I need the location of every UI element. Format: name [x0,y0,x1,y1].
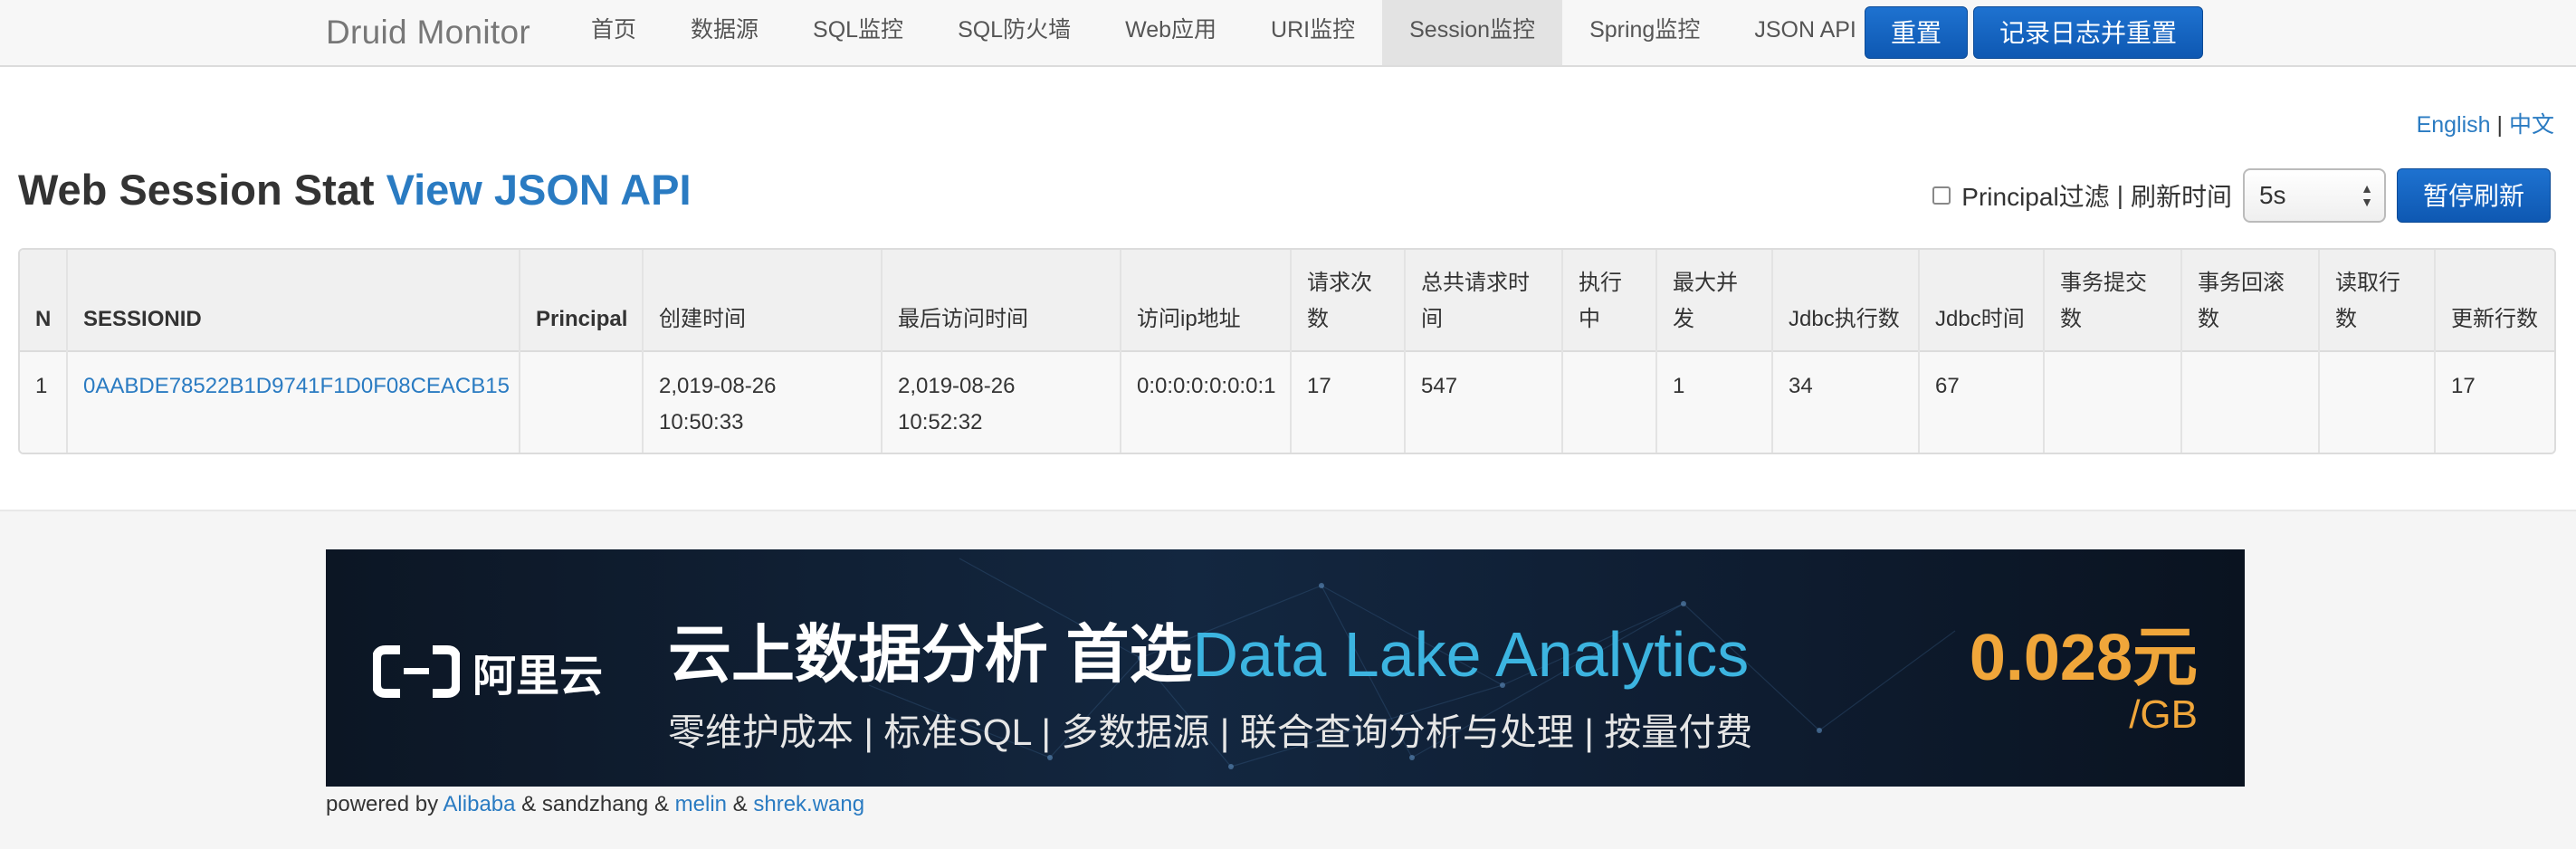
refresh-interval-value: 5s [2258,181,2286,209]
col-header-commit-count[interactable]: 事务提交数 [2043,250,2181,351]
col-header-sessionid[interactable]: SESSIONID [66,250,520,351]
col-header-rollback-count[interactable]: 事务回滚数 [2180,250,2319,351]
session-id-link[interactable]: 0AABDE78522B1D9741F1D0F08CEACB15 [83,374,510,398]
powered-by-credits: powered by Alibaba & sandzhang & melin &… [326,792,864,817]
footer: 阿里云 云上数据分析 首选Data Lake Analytics 零维护成本 |… [0,510,2576,849]
page-title: Web Session Stat View JSON API [18,165,692,215]
banner-price-unit: /GB [2129,692,2198,737]
top-navbar: Druid Monitor 首页 数据源 SQL监控 SQL防火墙 Web应用 … [0,0,2576,67]
col-header-ip[interactable]: 访问ip地址 [1120,250,1291,351]
banner-headline-dla: Data Lake Analytics [1192,619,1750,690]
language-switcher: English | 中文 [2417,107,2554,139]
col-header-last-access-time[interactable]: 最后访问时间 [881,250,1121,351]
cell-request-time: 547 [1404,351,1562,453]
credits-amp-1: & [521,792,537,816]
credits-amp-2: & [654,792,669,816]
cell-last-access-time: 2,019-08-26 10:52:32 [881,351,1121,453]
aliyun-logo-icon [373,645,460,698]
banner-subline: 零维护成本 | 标准SQL | 多数据源 | 联合查询分析与处理 | 按量付费 [668,711,1753,753]
nav-actions: 重置 记录日志并重置 [1865,6,2204,59]
controls-separator: | [2116,181,2123,209]
cell-sessionid: 0AABDE78522B1D9741F1D0F08CEACB15 [66,351,520,453]
aliyun-banner-ad[interactable]: 阿里云 云上数据分析 首选Data Lake Analytics 零维护成本 |… [326,549,2245,787]
cell-update-count: 17 [2434,351,2554,453]
cell-commit-count [2043,351,2181,453]
session-table: N SESSIONID Principal 创建时间 最后访问时间 访问ip地址… [18,248,2556,454]
lang-separator: | [2496,112,2504,138]
banner-price: 0.028元 [1969,622,2198,694]
nav-item-home[interactable]: 首页 [564,0,663,65]
col-header-request-count[interactable]: 请求次数 [1290,250,1405,351]
nav-menu: 首页 数据源 SQL监控 SQL防火墙 Web应用 URI监控 Session监… [564,0,1884,65]
nav-item-datasource[interactable]: 数据源 [663,0,786,65]
refresh-interval-label: 刷新时间 [2130,183,2232,211]
table-row: 1 0AABDE78522B1D9741F1D0F08CEACB15 2,019… [20,351,2554,453]
col-header-update-count[interactable]: 更新行数 [2434,250,2554,351]
brand-title[interactable]: Druid Monitor [326,0,530,65]
cell-request-count: 17 [1290,351,1405,453]
page-title-text: Web Session Stat [18,166,375,214]
pause-refresh-button[interactable]: 暂停刷新 [2396,168,2551,223]
col-header-principal[interactable]: Principal [519,250,643,351]
lang-chinese-link[interactable]: 中文 [2509,112,2554,138]
cell-create-time: 2,019-08-26 10:50:33 [642,351,882,453]
cell-rollback-count [2180,351,2319,453]
refresh-interval-select[interactable]: 5s ▲ ▼ [2242,168,2386,223]
nav-item-webapp[interactable]: Web应用 [1098,0,1244,65]
banner-headline: 云上数据分析 首选Data Lake Analytics [668,604,1749,695]
select-arrows-icon: ▲ ▼ [2361,181,2373,209]
col-header-n[interactable]: N [20,250,67,351]
nav-item-spring[interactable]: Spring监控 [1562,0,1727,65]
cell-concurrent-max: 1 [1655,351,1772,453]
lang-english-link[interactable]: English [2417,112,2491,138]
nav-item-session[interactable]: Session监控 [1382,0,1563,65]
sandzhang-name: sandzhang [541,792,649,816]
alibaba-link[interactable]: Alibaba [443,792,515,816]
cell-jdbc-execute-count: 34 [1771,351,1919,453]
col-header-create-time[interactable]: 创建时间 [642,250,882,351]
cell-jdbc-time: 67 [1918,351,2044,453]
powered-by-label: powered by [326,792,439,816]
aliyun-logo-text: 阿里云 [472,653,604,701]
view-json-api-link[interactable]: View JSON API [386,166,692,214]
cell-fetch-row-count [2318,351,2435,453]
aliyun-logo: 阿里云 [373,640,603,703]
cell-principal [519,351,643,453]
nav-item-wall[interactable]: SQL防火墙 [930,0,1098,65]
cell-n: 1 [35,374,48,398]
melin-link[interactable]: melin [675,792,727,816]
col-header-fetch-row-count[interactable]: 读取行数 [2318,250,2435,351]
banner-headline-cn: 云上数据分析 首选 [668,619,1193,690]
principal-filter-checkbox[interactable] [1932,186,1951,205]
credits-amp-3: & [732,792,748,816]
refresh-controls: Principal过滤 | 刷新时间 5s ▲ ▼ 暂停刷新 [1932,168,2551,223]
cell-ip: 0:0:0:0:0:0:0:1 [1120,351,1291,453]
col-header-request-time[interactable]: 总共请求时间 [1404,250,1562,351]
principal-filter-label: Principal过滤 [1961,183,2110,211]
col-header-running[interactable]: 执行中 [1561,250,1656,351]
col-header-jdbc-execute-count[interactable]: Jdbc执行数 [1771,250,1919,351]
reset-button[interactable]: 重置 [1865,6,1969,59]
col-header-jdbc-time[interactable]: Jdbc时间 [1918,250,2044,351]
col-header-concurrent-max[interactable]: 最大并发 [1655,250,1772,351]
table-header-row: N SESSIONID Principal 创建时间 最后访问时间 访问ip地址… [20,250,2554,351]
nav-item-json-api[interactable]: JSON API [1727,0,1884,65]
shrek-wang-link[interactable]: shrek.wang [753,792,864,816]
nav-item-sql[interactable]: SQL监控 [786,0,930,65]
log-and-reset-button[interactable]: 记录日志并重置 [1973,6,2204,59]
cell-running [1561,351,1656,453]
nav-item-uri[interactable]: URI监控 [1244,0,1382,65]
